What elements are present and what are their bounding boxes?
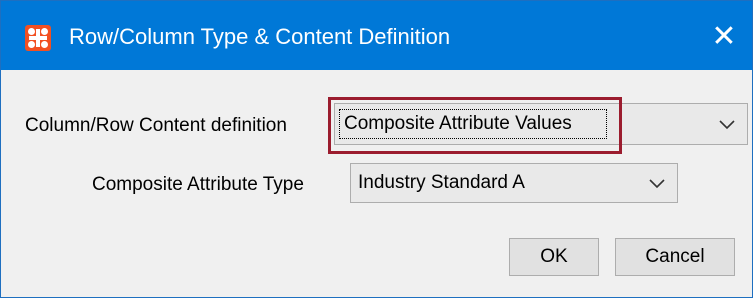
ok-button[interactable]: OK (509, 238, 599, 276)
content-definition-dropdown[interactable]: Composite Attribute Values (334, 103, 748, 145)
close-icon: ✕ (711, 20, 737, 53)
dialog-window: Row/Column Type & Content Definition ✕ C… (0, 0, 753, 298)
app-icon (25, 25, 51, 51)
dialog-title: Row/Column Type & Content Definition (69, 24, 451, 49)
chevron-down-icon (719, 120, 735, 130)
cancel-button[interactable]: Cancel (615, 238, 735, 276)
chevron-down-icon (649, 179, 665, 189)
content-definition-label: Column/Row Content definition (25, 115, 287, 136)
close-button[interactable]: ✕ (702, 15, 746, 59)
content-definition-value: Composite Attribute Values (344, 113, 572, 134)
title-bar[interactable]: Row/Column Type & Content Definition ✕ (1, 1, 752, 70)
attribute-type-dropdown[interactable]: Industry Standard A (350, 163, 678, 203)
attribute-type-value: Industry Standard A (358, 172, 525, 193)
attribute-type-label: Composite Attribute Type (92, 174, 304, 195)
